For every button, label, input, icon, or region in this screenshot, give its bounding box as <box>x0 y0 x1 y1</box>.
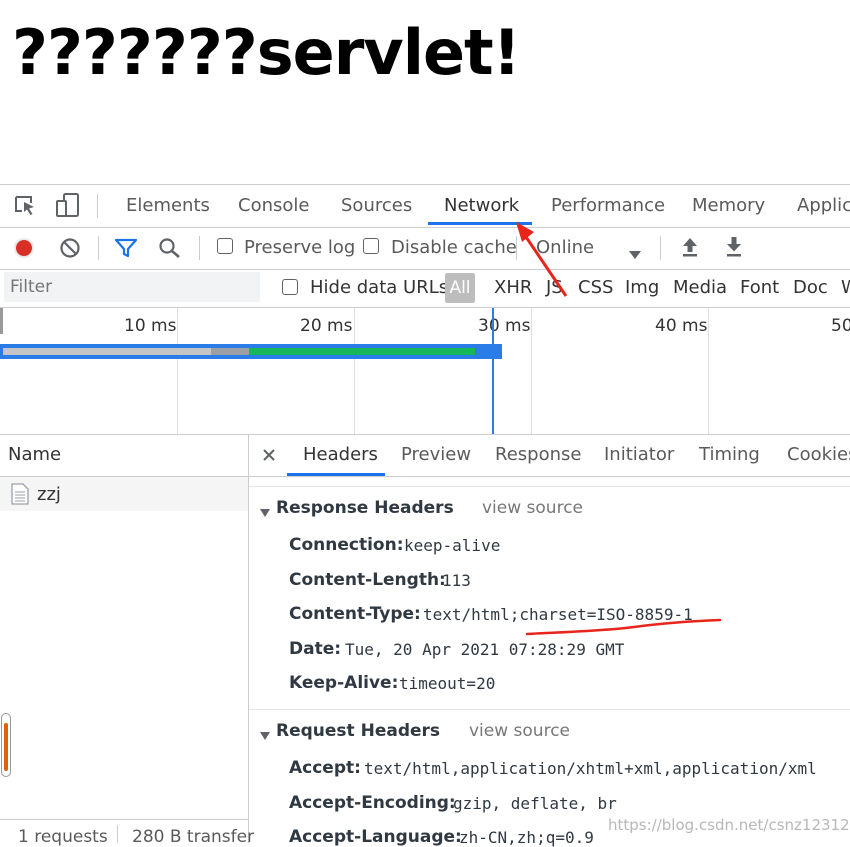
header-value: Tue, 20 Apr 2021 07:28:29 GMT <box>345 640 625 659</box>
filter-bar: Hide data URLs All XHR JS CSS Img Media … <box>0 269 850 308</box>
header-key: Connection: <box>289 535 404 555</box>
transferred-size: 280 B transfer <box>132 827 255 847</box>
page-heading: ???????servlet! <box>12 16 521 89</box>
section-divider <box>249 709 850 710</box>
column-header-name[interactable]: Name <box>8 444 61 465</box>
tab-elements[interactable]: Elements <box>126 185 210 227</box>
filter-type-css[interactable]: CSS <box>578 269 613 307</box>
devtools-tabbar: Elements Console Sources Network Perform… <box>0 184 850 228</box>
header-value: timeout=20 <box>399 674 496 693</box>
timeline-overview[interactable]: 10 ms 20 ms 30 ms 40 ms 50 <box>0 308 850 435</box>
requests-scrollbar-thumb[interactable] <box>4 723 8 771</box>
device-toolbar-icon[interactable] <box>55 192 81 220</box>
header-value: 113 <box>442 571 471 590</box>
tab-preview[interactable]: Preview <box>401 435 471 475</box>
tab-initiator[interactable]: Initiator <box>604 435 674 475</box>
request-detail-pane: Headers Preview Response Initiator Timin… <box>249 435 850 847</box>
tab-console[interactable]: Console <box>238 185 309 227</box>
status-divider <box>117 825 118 843</box>
tab-cookies[interactable]: Cookies <box>787 435 850 475</box>
filter-type-media[interactable]: Media <box>673 269 727 307</box>
header-key: Content-Type: <box>289 604 421 624</box>
header-value: keep-alive <box>404 536 501 555</box>
response-view-source-link[interactable]: view source <box>482 498 583 518</box>
request-headers-title[interactable]: Request Headers <box>276 721 440 741</box>
filter-icon[interactable] <box>114 237 138 259</box>
inspect-element-icon[interactable] <box>14 195 38 217</box>
request-stalled-segment <box>3 348 211 355</box>
tab-memory[interactable]: Memory <box>692 185 765 227</box>
preserve-log-label: Preserve log <box>244 237 356 258</box>
tab-application[interactable]: Applic <box>797 185 850 227</box>
timeline-tick: 20 ms <box>300 316 353 336</box>
hide-data-urls-checkbox[interactable] <box>282 279 298 295</box>
tab-network[interactable]: Network <box>444 185 519 227</box>
timeline-left-edge <box>0 308 3 334</box>
hide-data-urls-label: Hide data URLs <box>310 277 449 298</box>
detail-active-tab-indicator <box>287 473 385 476</box>
header-value: zh-CN,zh;q=0.9 <box>459 828 594 847</box>
header-key: Accept: <box>289 758 361 778</box>
header-value: gzip, deflate, br <box>453 794 617 813</box>
request-count: 1 requests <box>18 827 108 847</box>
tab-sources[interactable]: Sources <box>341 185 412 227</box>
filter-type-doc[interactable]: Doc <box>793 269 828 307</box>
filter-type-all[interactable]: All <box>445 273 475 303</box>
request-name[interactable]: zzj <box>37 484 61 505</box>
section-divider <box>249 486 850 487</box>
expand-triangle-icon[interactable] <box>260 503 270 517</box>
timeline-cursor-line <box>492 308 494 434</box>
request-view-source-link[interactable]: view source <box>469 721 570 741</box>
header-key: Keep-Alive: <box>289 673 399 693</box>
network-toolbar: Preserve log Disable cache Online <box>0 227 850 270</box>
disable-cache-checkbox[interactable] <box>363 238 379 254</box>
timeline-gridline <box>708 308 709 434</box>
toolbar-divider <box>199 236 200 260</box>
requests-pane: Name zzj 1 requests 280 B transfer <box>0 435 254 847</box>
import-har-icon[interactable] <box>680 236 700 258</box>
timeline-gridline <box>177 308 178 434</box>
annotation-arrow <box>516 222 568 297</box>
request-download-segment <box>249 348 475 355</box>
export-har-icon[interactable] <box>724 236 744 258</box>
timeline-tick: 10 ms <box>124 316 177 336</box>
document-icon <box>11 483 29 505</box>
toolbar-divider <box>98 236 99 260</box>
filter-type-font[interactable]: Font <box>740 269 779 307</box>
filter-type-img[interactable]: Img <box>625 269 659 307</box>
disable-cache-label: Disable cache <box>391 237 517 258</box>
timeline-gridline <box>531 308 532 434</box>
request-waiting-segment <box>211 348 249 355</box>
close-icon[interactable] <box>262 447 276 461</box>
clear-icon[interactable] <box>59 237 81 259</box>
preserve-log-checkbox[interactable] <box>217 238 233 254</box>
annotation-underline <box>525 618 722 636</box>
header-key: Date: <box>289 639 342 659</box>
header-key: Accept-Language: <box>289 827 462 847</box>
timeline-gridline <box>354 308 355 434</box>
timeline-tick: 50 <box>831 316 850 336</box>
header-key: Content-Length: <box>289 570 446 590</box>
expand-triangle-icon[interactable] <box>260 726 270 740</box>
header-value: text/html,application/xhtml+xml,applicat… <box>364 759 817 778</box>
toolbar-divider <box>660 236 661 260</box>
header-key: Accept-Encoding: <box>289 793 456 813</box>
timeline-tick: 40 ms <box>655 316 708 336</box>
tab-timing[interactable]: Timing <box>699 435 760 475</box>
watermark: https://blog.csdn.net/csnz123123 <box>608 816 850 834</box>
record-icon[interactable] <box>13 237 35 259</box>
dropdown-arrow-icon[interactable] <box>629 244 641 259</box>
search-icon[interactable] <box>158 237 182 259</box>
filter-type-ws[interactable]: W <box>841 269 850 307</box>
toolbar-divider <box>97 194 98 218</box>
response-headers-title[interactable]: Response Headers <box>276 498 454 518</box>
filter-input[interactable] <box>4 272 260 302</box>
tab-response[interactable]: Response <box>495 435 581 475</box>
tab-headers[interactable]: Headers <box>303 435 378 475</box>
timeline-tick: 30 ms <box>478 316 531 336</box>
